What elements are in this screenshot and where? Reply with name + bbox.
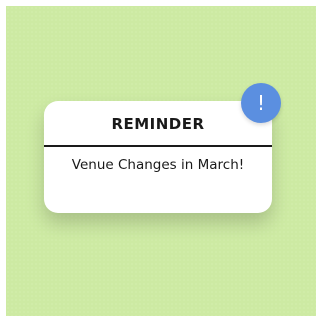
- title-divider: [44, 145, 272, 147]
- exclamation-icon: !: [241, 83, 281, 123]
- reminder-card: REMINDER Venue Changes in March!: [44, 101, 272, 213]
- background-panel: REMINDER Venue Changes in March! !: [6, 6, 316, 316]
- badge-symbol: !: [256, 91, 266, 115]
- card-message: Venue Changes in March!: [71, 157, 245, 173]
- card-title: REMINDER: [111, 115, 205, 133]
